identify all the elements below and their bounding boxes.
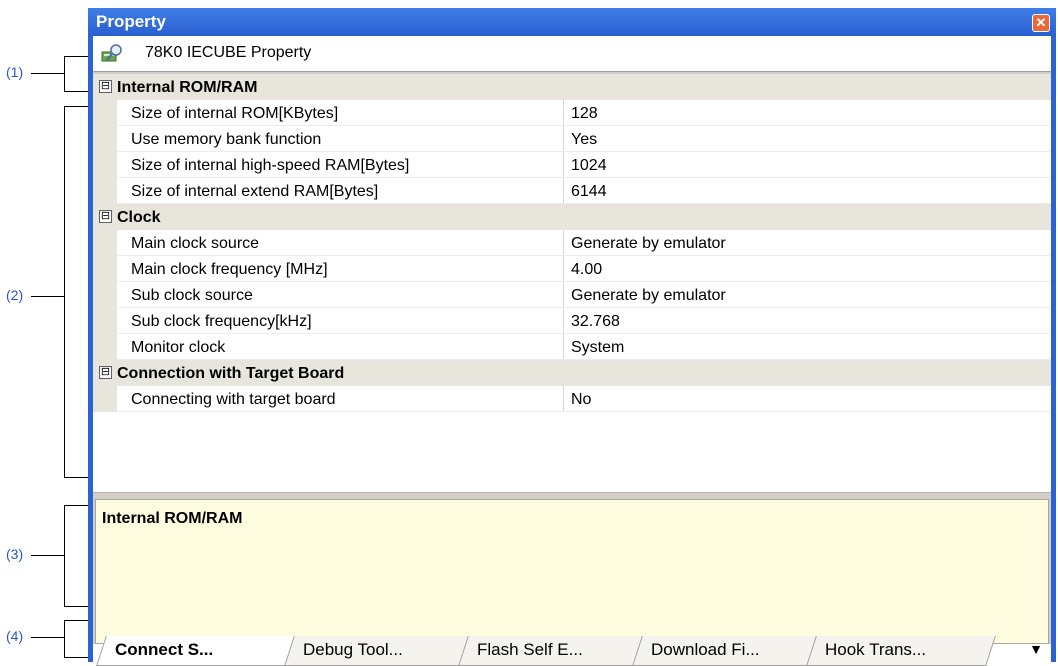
callout-label-2: (2) [6,287,24,303]
property-name: Sub clock source [131,287,253,304]
property-name: Connecting with target board [131,391,336,408]
property-value[interactable]: System [571,339,624,357]
callout-label-1: (1) [6,64,24,80]
column-divider [563,256,564,282]
column-divider [563,126,564,152]
row-gutter [93,152,117,178]
row-gutter [93,256,117,282]
property-name: Main clock frequency [MHz] [131,261,328,278]
callout-bracket-3 [64,505,89,607]
callout-line-4 [31,637,64,638]
column-divider [563,308,564,334]
category-row-connection[interactable]: ⊟ Connection with Target Board [93,360,1051,386]
property-row[interactable]: Use memory bank function Yes [93,126,1051,152]
tab-bar: Connect S... Debug Tool... Flash Self E.… [93,636,1051,666]
collapse-toggle-icon[interactable]: ⊟ [99,80,112,93]
collapse-toggle-icon[interactable]: ⊟ [99,210,112,223]
column-divider [563,282,564,308]
description-title: Internal ROM/RAM [102,510,243,527]
collapse-toggle-icon[interactable]: ⊟ [99,366,112,379]
property-name: Size of internal extend RAM[Bytes] [131,183,379,200]
callout-bracket-1 [64,56,89,92]
row-gutter [93,334,117,360]
category-row-clock[interactable]: ⊟ Clock [93,204,1051,230]
property-value[interactable]: 6144 [571,183,607,201]
property-name: Monitor clock [131,339,226,356]
callout-bracket-2 [64,106,89,478]
property-row[interactable]: Size of internal extend RAM[Bytes] 6144 [93,178,1051,204]
close-button[interactable]: ✕ [1032,14,1050,32]
property-name: Sub clock frequency[kHz] [131,313,312,330]
property-value[interactable]: 32.768 [571,313,620,331]
callout-label-3: (3) [6,546,24,562]
property-row[interactable]: Size of internal ROM[KBytes] 128 [93,100,1051,126]
property-name: Use memory bank function [131,131,322,148]
property-header-title: 78K0 IECUBE Property [145,44,312,61]
property-value[interactable]: 1024 [571,157,607,175]
category-row-internal-rom-ram[interactable]: ⊟ Internal ROM/RAM [93,74,1051,100]
tab-label: Download Fi... [650,640,760,659]
column-divider [563,386,564,412]
property-grid: ⊟ Internal ROM/RAM Size of internal ROM[… [93,74,1051,493]
property-value[interactable]: Yes [571,131,597,149]
window-content: 78K0 IECUBE Property ⊟ Internal ROM/RAM … [93,36,1051,666]
property-value[interactable]: Generate by emulator [571,287,726,305]
row-gutter [93,308,117,334]
property-value[interactable]: Generate by emulator [571,235,726,253]
property-value[interactable]: 128 [571,105,598,123]
row-separator [117,411,1051,412]
column-divider [563,100,564,126]
callout-line-3 [31,555,64,556]
callout-line-2 [31,296,64,297]
row-gutter [93,386,117,412]
property-name: Main clock source [131,235,260,252]
property-search-icon [101,44,122,62]
row-gutter [93,126,117,152]
tab-label: Flash Self E... [476,640,583,659]
callout-bracket-4 [64,620,89,658]
callout-label-4: (4) [6,628,24,644]
row-gutter [93,282,117,308]
row-gutter [93,100,117,126]
property-row[interactable]: Sub clock frequency[kHz] 32.768 [93,308,1051,334]
property-row[interactable]: Main clock source Generate by emulator [93,230,1051,256]
window-title: Property [96,12,166,31]
property-name: Size of internal high-speed RAM[Bytes] [131,157,410,174]
column-divider [563,178,564,204]
property-row[interactable]: Connecting with target board No [93,386,1051,412]
row-gutter [93,178,117,204]
property-row[interactable]: Sub clock source Generate by emulator [93,282,1051,308]
description-panel: Internal ROM/RAM [95,499,1049,644]
callout-line-1 [31,73,64,74]
property-row[interactable]: Monitor clock System [93,334,1051,360]
tab-label: Hook Trans... [824,640,927,659]
property-value[interactable]: No [571,391,591,409]
tab-label: Connect S... [114,640,214,659]
tab-overflow-dropdown-icon[interactable]: ▼ [1029,641,1043,657]
property-name: Size of internal ROM[KBytes] [131,105,339,122]
property-value[interactable]: 4.00 [571,261,602,279]
column-divider [563,334,564,360]
category-label: Internal ROM/RAM [117,79,258,96]
property-header: 78K0 IECUBE Property [93,36,1051,72]
property-window: Property ✕ 78K0 IECUBE Property ⊟ Intern… [88,8,1056,666]
row-gutter [93,230,117,256]
category-label: Clock [117,209,161,226]
column-divider [563,152,564,178]
tab-label: Debug Tool... [302,640,403,659]
property-row[interactable]: Main clock frequency [MHz] 4.00 [93,256,1051,282]
category-label: Connection with Target Board [117,365,345,382]
title-bar[interactable]: Property ✕ [88,8,1056,36]
close-icon: ✕ [1035,15,1047,30]
property-row[interactable]: Size of internal high-speed RAM[Bytes] 1… [93,152,1051,178]
column-divider [563,230,564,256]
